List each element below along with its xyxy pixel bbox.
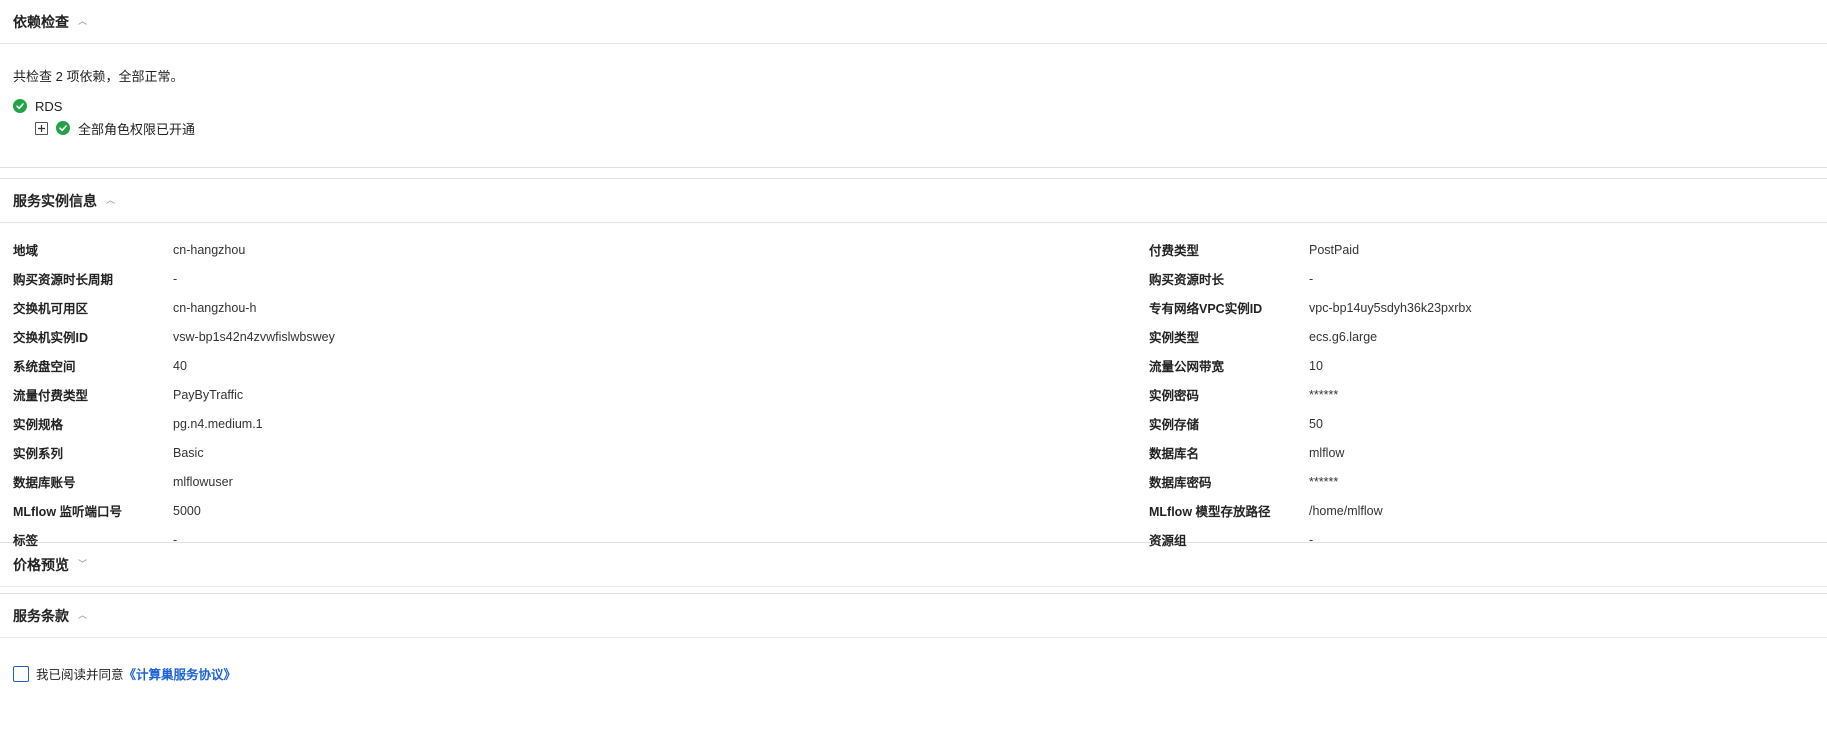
dependency-header[interactable]: 依赖检查 ︿ <box>0 0 1827 44</box>
info-row: 流量公网带宽 10 <box>1149 351 1472 380</box>
info-row: 实例密码 ****** <box>1149 380 1472 409</box>
info-row: 交换机实例ID vsw-bp1s42n4zvwfislwbswey <box>13 322 335 351</box>
info-row: 付费类型 PostPaid <box>1149 235 1472 264</box>
terms-title: 服务条款 <box>13 607 69 624</box>
info-row: 购买资源时长周期 - <box>13 264 335 293</box>
info-key: 付费类型 <box>1149 244 1200 258</box>
dependency-section: 依赖检查 ︿ 共检查 2 项依赖，全部正常。 RDS 全部角色权限已开通 <box>0 0 1827 168</box>
instance-right-column: 付费类型 PostPaid 购买资源时长 - 专有网络VPC实例ID vpc-bp14uy… <box>1149 235 1472 554</box>
info-row: 标签 - <box>13 525 335 554</box>
service-agreement-link[interactable]: 《计算巢服务协议》 <box>124 664 237 683</box>
dependency-item-rds: RDS <box>13 98 1814 114</box>
info-key: 系统盘空间 <box>13 360 76 374</box>
info-value: cn-hangzhou <box>173 242 246 257</box>
info-key: 交换机实例ID <box>13 331 89 345</box>
dependency-summary: 共检查 2 项依赖，全部正常。 <box>13 69 184 84</box>
dependency-item-label: RDS <box>35 98 63 114</box>
info-row: MLflow 模型存放路径/home/mlflow <box>1149 496 1472 525</box>
info-key: 资源组 <box>1149 534 1187 548</box>
info-value: - <box>1309 532 1314 547</box>
info-key: 数据库名 <box>1149 447 1200 461</box>
info-key: MLflow 监听端口号 <box>13 505 123 519</box>
info-value: Basic <box>173 445 204 460</box>
chevron-up-icon[interactable]: ︿ <box>106 196 115 205</box>
info-row: 数据库密码 ****** <box>1149 467 1472 496</box>
info-row: 流量付费类型 PayByTraffic <box>13 380 335 409</box>
info-value: mlflow <box>1309 445 1345 460</box>
info-value: 50 <box>1309 416 1323 431</box>
info-key: 实例存储 <box>1149 418 1200 432</box>
info-value: pg.n4.medium.1 <box>173 416 263 431</box>
info-value: - <box>173 271 178 286</box>
info-row: 数据库名 mlflow <box>1149 438 1472 467</box>
info-key: 标签 <box>13 534 39 548</box>
info-value: - <box>173 532 178 547</box>
instance-header[interactable]: 服务实例信息 ︿ <box>0 179 1827 223</box>
check-circle-icon <box>56 121 70 135</box>
info-row: 数据库账号 mlflowuser <box>13 467 335 496</box>
info-value: PostPaid <box>1309 242 1360 257</box>
instance-left-column: 地域 cn-hangzhou 购买资源时长周期 - 交换机可用区 cn-hangzhou-… <box>13 235 335 554</box>
info-row: MLflow 监听端口号 5000 <box>13 496 335 525</box>
info-value: 5000 <box>173 503 201 518</box>
dependency-body: 共检查 2 项依赖，全部正常。 RDS 全部角色权限已开通 <box>0 44 1827 167</box>
terms-agreement: 我已阅读并同意 《计算巢服务协议》 <box>0 638 1827 683</box>
info-value: ecs.g6.large <box>1309 329 1378 344</box>
info-key: MLflow 模型存放路径 <box>1149 505 1271 519</box>
info-key: 购买资源时长周期 <box>13 273 114 287</box>
info-key: 数据库密码 <box>1149 476 1212 490</box>
info-row: 交换机可用区 cn-hangzhou-h <box>13 293 335 322</box>
info-row: 系统盘空间 40 <box>13 351 335 380</box>
chevron-down-icon[interactable]: ﹀ <box>78 560 87 569</box>
info-key: 数据库账号 <box>13 476 76 490</box>
agree-text: 我已阅读并同意 <box>36 668 124 682</box>
info-value: mlflowuser <box>173 474 233 489</box>
info-key: 流量付费类型 <box>13 389 89 403</box>
info-value: 40 <box>173 358 187 373</box>
instance-title: 服务实例信息 <box>13 192 97 209</box>
dependency-title: 依赖检查 <box>13 13 69 30</box>
info-value: vsw-bp1s42n4zvwfislwbswey <box>173 329 335 344</box>
info-value: vpc-bp14uy5sdyh36k23pxrbx <box>1309 300 1472 315</box>
info-row: 实例类型 ecs.g6.large <box>1149 322 1472 351</box>
info-value: ****** <box>1309 387 1339 402</box>
info-key: 实例系列 <box>13 447 64 461</box>
info-key: 专有网络VPC实例ID <box>1149 302 1263 316</box>
chevron-up-icon[interactable]: ︿ <box>78 611 87 620</box>
info-key: 实例规格 <box>13 418 64 432</box>
plus-square-icon[interactable] <box>35 121 48 135</box>
price-title: 价格预览 <box>13 556 69 573</box>
dependency-child-label: 全部角色权限已开通 <box>78 121 196 137</box>
info-row: 专有网络VPC实例ID vpc-bp14uy5sdyh36k23pxrbx <box>1149 293 1472 322</box>
info-value: 10 <box>1309 358 1323 373</box>
info-key: 交换机可用区 <box>13 302 89 316</box>
terms-header[interactable]: 服务条款 ︿ <box>0 594 1827 638</box>
chevron-up-icon[interactable]: ︿ <box>78 17 87 26</box>
info-key: 实例密码 <box>1149 389 1200 403</box>
info-value: PayByTraffic <box>173 387 244 402</box>
info-key: 地域 <box>13 244 39 258</box>
info-row: 购买资源时长 - <box>1149 264 1472 293</box>
info-row: 实例系列 Basic <box>13 438 335 467</box>
info-value: /home/mlflow <box>1309 503 1383 518</box>
agree-checkbox[interactable] <box>13 665 29 682</box>
info-row: 实例规格 pg.n4.medium.1 <box>13 409 335 438</box>
instance-details: 地域 cn-hangzhou 购买资源时长周期 - 交换机可用区 cn-hangzhou-… <box>0 223 1827 549</box>
info-value: - <box>1309 271 1314 286</box>
info-value: cn-hangzhou-h <box>173 300 257 315</box>
info-row: 地域 cn-hangzhou <box>13 235 335 264</box>
info-key: 购买资源时长 <box>1149 273 1225 287</box>
info-key: 实例类型 <box>1149 331 1200 345</box>
instance-section: 服务实例信息 ︿ 地域 cn-hangzhou 购买资源时长周期 - 交换机可用区 cn-… <box>0 179 1827 549</box>
info-row: 资源组 - <box>1149 525 1472 554</box>
terms-section: 服务条款 ︿ 我已阅读并同意 《计算巢服务协议》 <box>0 594 1827 683</box>
dependency-child-item: 全部角色权限已开通 <box>13 120 1814 137</box>
info-key: 流量公网带宽 <box>1149 360 1225 374</box>
info-row: 实例存储 50 <box>1149 409 1472 438</box>
check-circle-icon <box>13 99 27 113</box>
info-value: ****** <box>1309 474 1339 489</box>
